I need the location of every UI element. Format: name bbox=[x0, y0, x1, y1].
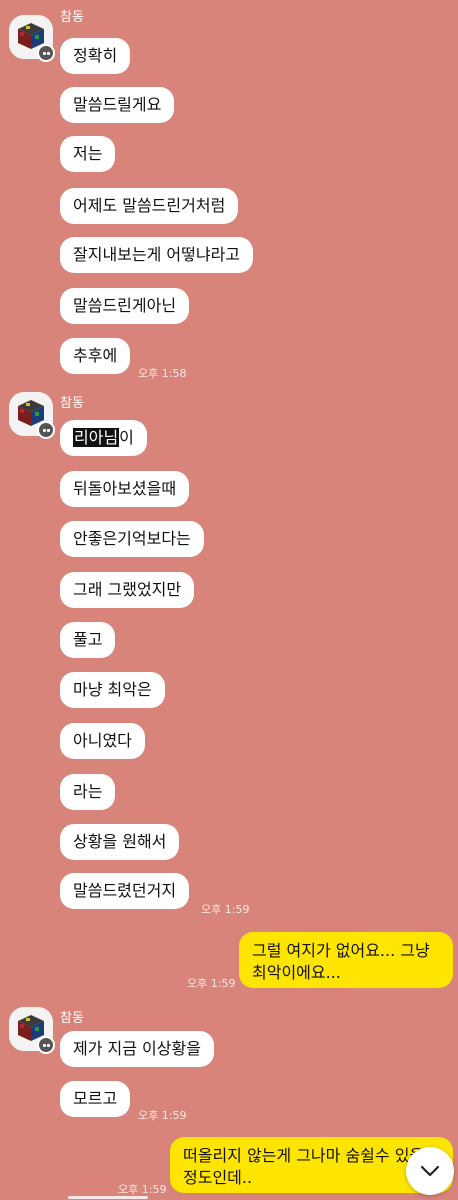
message-timestamp: 오후 1:59 bbox=[187, 977, 236, 990]
message-bubble[interactable]: 모르고 bbox=[60, 1081, 131, 1117]
message-bubble[interactable]: 풀고 bbox=[60, 622, 116, 658]
message-bubble[interactable]: 그래 그랬었지만 bbox=[60, 572, 195, 608]
message-bubble[interactable]: 라는 bbox=[60, 774, 116, 810]
message-bubble[interactable]: 안좋은기억보다는 bbox=[60, 521, 204, 557]
home-indicator bbox=[68, 1196, 148, 1199]
message-text-line: 떠올리지 않는게 그나마 숨쉴수 있을 bbox=[183, 1146, 425, 1165]
message-text-line: 그럴 여지가 없어요... 그냥 bbox=[252, 941, 430, 960]
message-timestamp: 오후 1:59 bbox=[201, 903, 250, 916]
message-bubble[interactable]: 상황을 원해서 bbox=[60, 824, 180, 860]
sender-avatar[interactable] bbox=[9, 1007, 55, 1054]
sender-name: 참동 bbox=[60, 10, 84, 25]
message-bubble[interactable]: 추후에 bbox=[60, 338, 131, 374]
message-text-line: 최악이에요... bbox=[252, 963, 341, 982]
message-timestamp: 오후 1:59 bbox=[118, 1183, 167, 1196]
outgoing-message-bubble[interactable]: 그럴 여지가 없어요... 그냥 최악이에요... bbox=[239, 932, 453, 988]
message-timestamp: 오후 1:58 bbox=[138, 367, 187, 380]
message-bubble[interactable]: 정확히 bbox=[60, 38, 131, 74]
message-timestamp: 오후 1:59 bbox=[138, 1109, 187, 1122]
message-bubble[interactable]: 말씀드렸던거지 bbox=[60, 873, 190, 909]
message-bubble[interactable]: 저는 bbox=[60, 136, 116, 172]
message-bubble[interactable]: 뒤돌아보셨을때 bbox=[60, 471, 190, 507]
message-bubble[interactable]: 리아님이 bbox=[60, 420, 147, 456]
highlighted-name: 리아님 bbox=[73, 428, 120, 447]
message-bubble[interactable]: 제가 지금 이상황을 bbox=[60, 1031, 214, 1067]
sender-avatar[interactable] bbox=[9, 392, 55, 439]
grid-badge-icon bbox=[37, 44, 55, 62]
scroll-to-bottom-button[interactable] bbox=[406, 1147, 454, 1195]
message-bubble[interactable]: 마냥 최악은 bbox=[60, 672, 165, 708]
message-text-line: 정도인데.. bbox=[183, 1168, 253, 1187]
sender-name: 참동 bbox=[60, 396, 84, 411]
chevron-down-icon bbox=[420, 1165, 440, 1177]
sender-avatar[interactable] bbox=[9, 15, 55, 62]
message-bubble[interactable]: 어제도 말씀드린거처럼 bbox=[60, 188, 239, 224]
sender-name: 참동 bbox=[60, 1011, 84, 1026]
grid-badge-icon bbox=[37, 1036, 55, 1054]
grid-badge-icon bbox=[37, 421, 55, 439]
message-bubble[interactable]: 말씀드릴게요 bbox=[60, 87, 175, 123]
message-bubble[interactable]: 잘지내보는게 어떻냐라고 bbox=[60, 237, 254, 273]
message-bubble[interactable]: 아니였다 bbox=[60, 723, 145, 759]
message-bubble[interactable]: 말씀드린게아닌 bbox=[60, 288, 190, 324]
message-text: 이 bbox=[119, 428, 134, 447]
